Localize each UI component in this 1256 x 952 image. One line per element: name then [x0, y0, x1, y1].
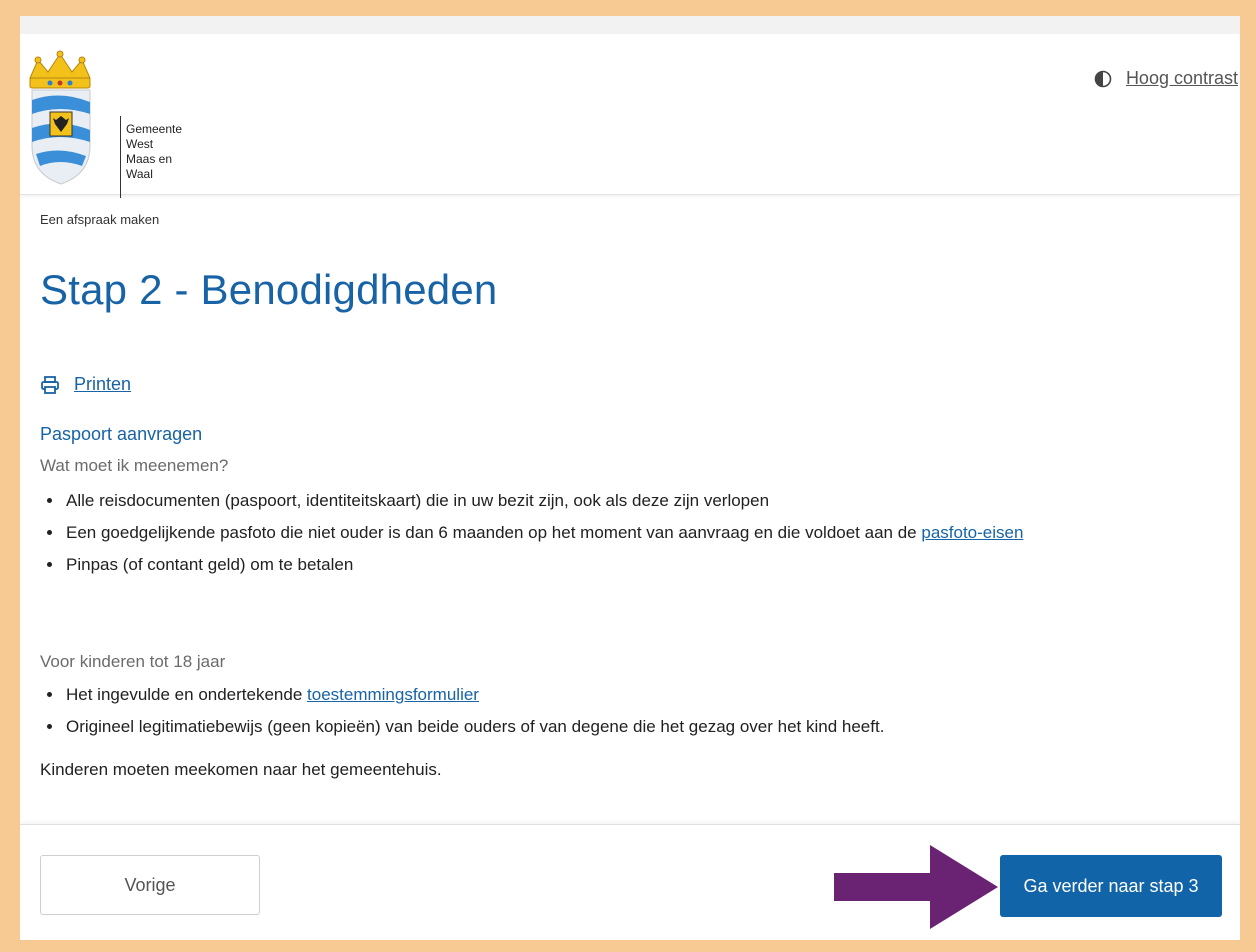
logo-line: Maas en: [126, 152, 173, 166]
logo-line: Waal: [126, 167, 153, 181]
coat-of-arms-logo[interactable]: [20, 50, 126, 186]
next-step-button[interactable]: Ga verder naar stap 3: [1000, 855, 1222, 917]
list-item: Alle reisdocumenten (paspoort, identitei…: [64, 490, 1240, 512]
list-item-text: Origineel legitimatiebewijs (geen kopieë…: [66, 717, 885, 736]
breadcrumb: Een afspraak maken: [40, 212, 160, 227]
top-strip: [20, 16, 1240, 34]
previous-button[interactable]: Vorige: [40, 855, 260, 915]
arrow-pointer-icon: [834, 845, 998, 929]
children-heading: Voor kinderen tot 18 jaar: [40, 652, 226, 671]
logo-line: Gemeente: [126, 122, 183, 136]
site-header: Gemeente West Maas en Waal Hoog contrast: [20, 34, 1240, 198]
section-title: Paspoort aanvragen: [40, 424, 203, 444]
toestemmingsformulier-link[interactable]: toestemmingsformulier: [307, 685, 479, 704]
logo-line: West: [126, 137, 154, 151]
print-link[interactable]: Printen: [40, 374, 131, 395]
print-label[interactable]: Printen: [74, 374, 131, 395]
contrast-icon: [1094, 70, 1112, 87]
page-title: Stap 2 - Benodigdheden: [40, 266, 498, 313]
page-frame: Gemeente West Maas en Waal Hoog contrast…: [20, 16, 1240, 940]
pasfoto-eisen-link[interactable]: pasfoto-eisen: [921, 523, 1023, 542]
list-item: Origineel legitimatiebewijs (geen kopieë…: [64, 716, 1240, 738]
high-contrast-toggle[interactable]: Hoog contrast: [1094, 68, 1238, 89]
printer-icon: [41, 375, 59, 394]
list-item: Een goedgelijkende pasfoto die niet oude…: [64, 522, 1240, 544]
children-note: Kinderen moeten meekomen naar het gemeen…: [40, 760, 442, 779]
children-list: Het ingevulde en ondertekende toestemmin…: [40, 684, 1240, 748]
municipality-name: Gemeente West Maas en Waal: [126, 122, 216, 182]
logo-separator: [120, 116, 121, 198]
list-item-text: Alle reisdocumenten (paspoort, identitei…: [66, 491, 770, 510]
list-item-text: Het ingevulde en ondertekende: [66, 685, 308, 704]
step-navigation: Vorige Ga verder naar stap 3: [20, 824, 1240, 940]
bring-list: Alle reisdocumenten (paspoort, identitei…: [40, 490, 1240, 586]
list-item-text: Een goedgelijkende pasfoto die niet oude…: [66, 523, 922, 542]
high-contrast-link[interactable]: Hoog contrast: [1126, 68, 1238, 89]
list-item-text: Pinpas (of contant geld) om te betalen: [66, 555, 354, 574]
bring-heading: Wat moet ik meenemen?: [40, 456, 229, 475]
list-item: Pinpas (of contant geld) om te betalen: [64, 554, 1240, 576]
list-item: Het ingevulde en ondertekende toestemmin…: [64, 684, 1240, 706]
